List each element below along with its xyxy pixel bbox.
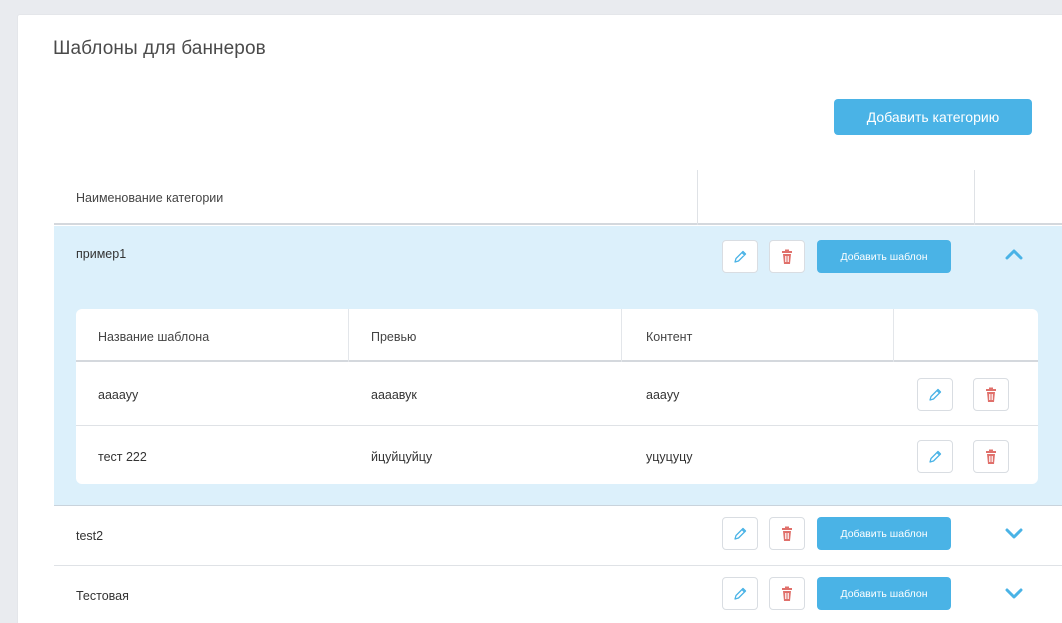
trash-icon [782, 586, 792, 601]
page-title: Шаблоны для баннеров [53, 38, 266, 59]
edit-category-button[interactable] [722, 517, 758, 550]
pencil-icon [734, 587, 747, 600]
collapse-category-button[interactable] [1004, 247, 1024, 261]
template-preview: йцуйцуйцу [371, 450, 433, 464]
template-content: уцуцуцу [646, 450, 693, 464]
edit-template-button[interactable] [917, 378, 953, 411]
templates-table-header: Название шаблона Превью Контент [76, 309, 1038, 362]
category-name: test2 [76, 529, 104, 543]
template-row: тест 222 йцуйцуйцу уцуцуцу [76, 426, 1038, 488]
edit-category-button[interactable] [722, 240, 758, 273]
column-divider [893, 309, 894, 362]
delete-category-button[interactable] [769, 517, 805, 550]
column-header-preview: Превью [371, 330, 417, 344]
add-template-button[interactable]: Добавить шаблон [817, 517, 951, 550]
category-row: пример1 Добавить шаблон Название шаблона… [54, 226, 1062, 506]
expand-category-button[interactable] [1004, 526, 1024, 540]
template-name: aaaayy [98, 388, 139, 402]
add-category-button[interactable]: Добавить категорию [834, 99, 1032, 135]
chevron-down-icon [1005, 588, 1023, 599]
chevron-down-icon [1005, 528, 1023, 539]
template-preview: aaaaвук [371, 388, 417, 402]
chevron-up-icon [1005, 249, 1023, 260]
column-divider [974, 170, 975, 225]
add-template-button[interactable]: Добавить шаблон [817, 577, 951, 610]
expand-category-button[interactable] [1004, 586, 1024, 600]
trash-icon [782, 526, 792, 541]
column-header-template-name: Название шаблона [98, 330, 210, 344]
column-header-content: Контент [646, 330, 693, 344]
edit-category-button[interactable] [722, 577, 758, 610]
categories-table-header: Наименование категории [54, 170, 1062, 225]
category-row: test2 Добавить шаблон [54, 506, 1062, 566]
templates-table: Название шаблона Превью Контент aaaayy a… [76, 309, 1038, 484]
pencil-icon [929, 388, 942, 401]
category-name: пример1 [76, 247, 127, 261]
add-template-button[interactable]: Добавить шаблон [817, 240, 951, 273]
trash-icon [986, 387, 996, 402]
column-divider [348, 309, 349, 362]
column-divider [697, 170, 698, 225]
category-name: Тестовая [76, 589, 129, 603]
delete-template-button[interactable] [973, 378, 1009, 411]
column-header-category-name: Наименование категории [76, 191, 224, 205]
trash-icon [986, 449, 996, 464]
trash-icon [782, 249, 792, 264]
delete-category-button[interactable] [769, 240, 805, 273]
category-row: Тестовая Добавить шаблон [54, 566, 1062, 623]
pencil-icon [734, 250, 747, 263]
pencil-icon [929, 450, 942, 463]
column-divider [621, 309, 622, 362]
delete-template-button[interactable] [973, 440, 1009, 473]
template-row: aaaayy aaaaвук aaayy [76, 364, 1038, 426]
pencil-icon [734, 527, 747, 540]
template-name: тест 222 [98, 450, 147, 464]
delete-category-button[interactable] [769, 577, 805, 610]
edit-template-button[interactable] [917, 440, 953, 473]
template-content: aaayy [646, 388, 680, 402]
